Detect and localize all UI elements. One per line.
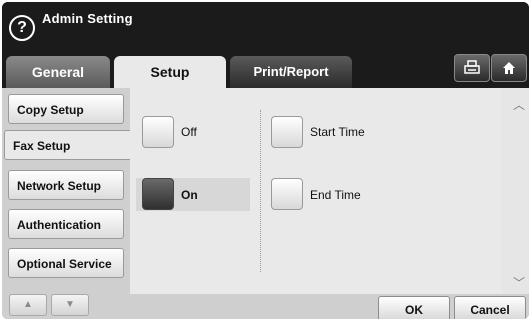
off-option-button[interactable] [142,116,174,148]
cancel-button[interactable]: Cancel [454,296,526,319]
scroll-down-icon[interactable]: ﹀ [511,274,527,292]
on-option-label: On [181,188,198,202]
scroll-up-icon[interactable]: ︿ [511,96,527,114]
home-button[interactable] [491,54,527,82]
on-option-button[interactable] [142,178,174,210]
start-time-button[interactable] [271,116,303,148]
sidebar-down-button[interactable]: ▼ [51,294,89,316]
sidebar-item-authentication[interactable]: Authentication [8,209,124,239]
tab-general[interactable]: General [6,56,110,88]
sidebar-up-button[interactable]: ▲ [9,294,47,316]
end-time-label: End Time [310,188,361,202]
page-title: Admin Setting [42,11,133,26]
tab-bar: General Setup Print/Report [2,48,529,90]
content-area: Copy Setup Fax Setup Network Setup Authe… [2,88,529,319]
end-time-button[interactable] [271,178,303,210]
sidebar-item-fax-setup[interactable]: Fax Setup [4,130,130,160]
home-icon [503,62,515,74]
admin-setting-window: ? Admin Setting General Setup Print/Repo… [2,2,529,319]
bottom-bar: OK Cancel [130,294,529,319]
sidebar: Copy Setup Fax Setup Network Setup Authe… [2,88,130,319]
print-button[interactable] [454,54,490,82]
ok-button[interactable]: OK [378,296,450,319]
title-bar: ? Admin Setting [2,2,529,48]
help-icon[interactable]: ? [9,15,35,41]
start-time-label: Start Time [310,125,365,139]
tab-print-report[interactable]: Print/Report [230,56,352,88]
divider [260,110,261,272]
fax-setup-panel: Off On Start Time End Time [130,88,501,294]
sidebar-item-copy-setup[interactable]: Copy Setup [8,94,124,124]
printer-icon [464,60,480,74]
tab-setup[interactable]: Setup [114,56,226,90]
off-option-label: Off [181,125,197,139]
sidebar-item-network-setup[interactable]: Network Setup [8,170,124,200]
sidebar-item-optional-service[interactable]: Optional Service [8,248,124,278]
